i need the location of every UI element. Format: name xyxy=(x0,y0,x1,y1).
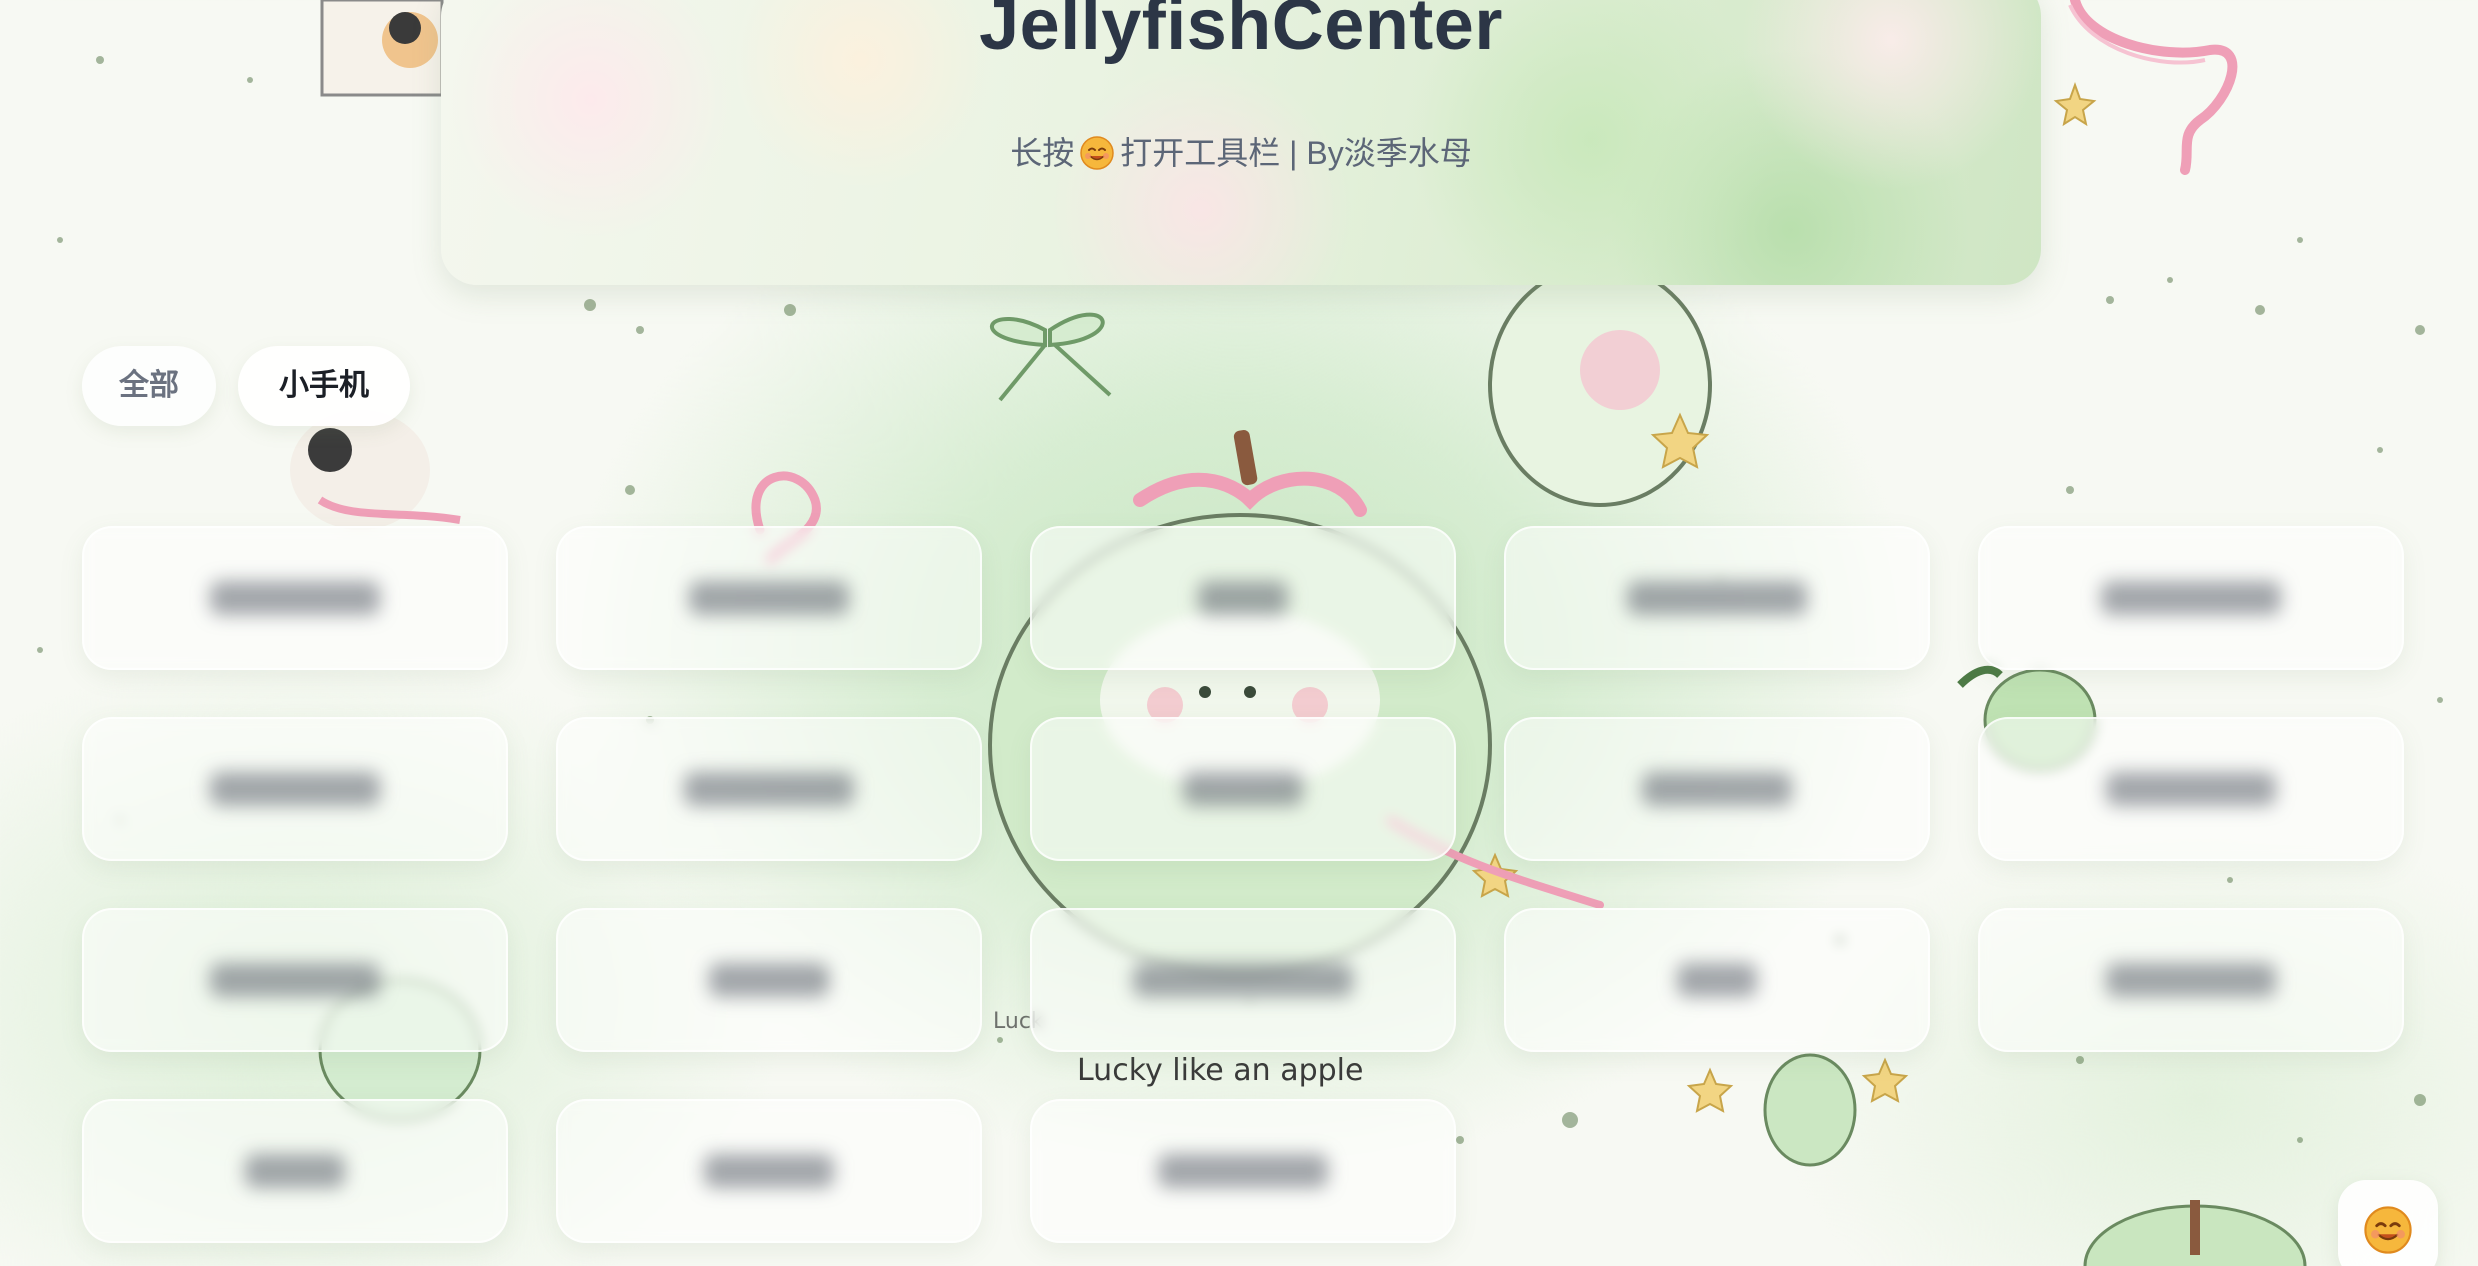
blurred-card-label xyxy=(210,963,380,997)
blurred-card-label xyxy=(2106,772,2276,806)
blurred-card-label xyxy=(1158,1154,1328,1188)
app-card[interactable] xyxy=(1504,717,1930,861)
app-card[interactable] xyxy=(1978,526,2404,670)
blurred-card-label xyxy=(1198,581,1288,615)
blurred-card-label xyxy=(1627,581,1807,615)
blurred-card-label xyxy=(210,581,380,615)
app-card[interactable] xyxy=(556,526,982,670)
floating-toolbar-button[interactable] xyxy=(2338,1180,2438,1266)
blurred-card-label xyxy=(689,581,849,615)
toolbar-hint-prefix: 长按 xyxy=(1010,135,1075,171)
background-caption: Lucky like an apple xyxy=(1077,1053,1363,1088)
app-card[interactable] xyxy=(1978,717,2404,861)
app-card[interactable] xyxy=(82,717,508,861)
app-card[interactable] xyxy=(556,1099,982,1243)
toolbar-hint: 长按 打开工具栏 | By淡季水母 xyxy=(441,128,2041,174)
blurred-card-label xyxy=(2101,581,2281,615)
app-card[interactable] xyxy=(556,908,982,1052)
app-card[interactable] xyxy=(1030,908,1456,1052)
blurred-card-label xyxy=(684,772,854,806)
app-card[interactable] xyxy=(1504,908,1930,1052)
smiling-face-icon xyxy=(1080,136,1115,170)
tab-small-phone[interactable]: 小手机 xyxy=(238,346,410,426)
blurred-card-label xyxy=(709,963,829,997)
tab-all[interactable]: 全部 xyxy=(82,346,216,426)
app-card[interactable] xyxy=(1030,1099,1456,1243)
blurred-card-label xyxy=(704,1154,834,1188)
blurred-card-label xyxy=(1133,963,1353,997)
app-card[interactable] xyxy=(1978,908,2404,1052)
app-card[interactable] xyxy=(82,1099,508,1243)
blurred-card-label xyxy=(1642,772,1792,806)
app-card[interactable] xyxy=(1504,526,1930,670)
blurred-card-label xyxy=(1183,772,1303,806)
header-banner: JellyfishCenter 长按 打开工具栏 | By淡季水母 xyxy=(441,0,2041,285)
toolbar-hint-suffix: 打开工具栏 | By淡季水母 xyxy=(1120,135,1472,171)
app-card[interactable] xyxy=(556,717,982,861)
blurred-card-label xyxy=(210,772,380,806)
blurred-card-label xyxy=(1677,963,1757,997)
app-card[interactable] xyxy=(1030,526,1456,670)
app-card[interactable] xyxy=(82,526,508,670)
app-card[interactable] xyxy=(1030,717,1456,861)
blurred-card-label xyxy=(2106,963,2276,997)
app-card[interactable] xyxy=(82,908,508,1052)
blurred-card-label xyxy=(245,1154,345,1188)
smiling-face-icon xyxy=(2364,1206,2412,1254)
page-title: JellyfishCenter xyxy=(979,0,1503,65)
